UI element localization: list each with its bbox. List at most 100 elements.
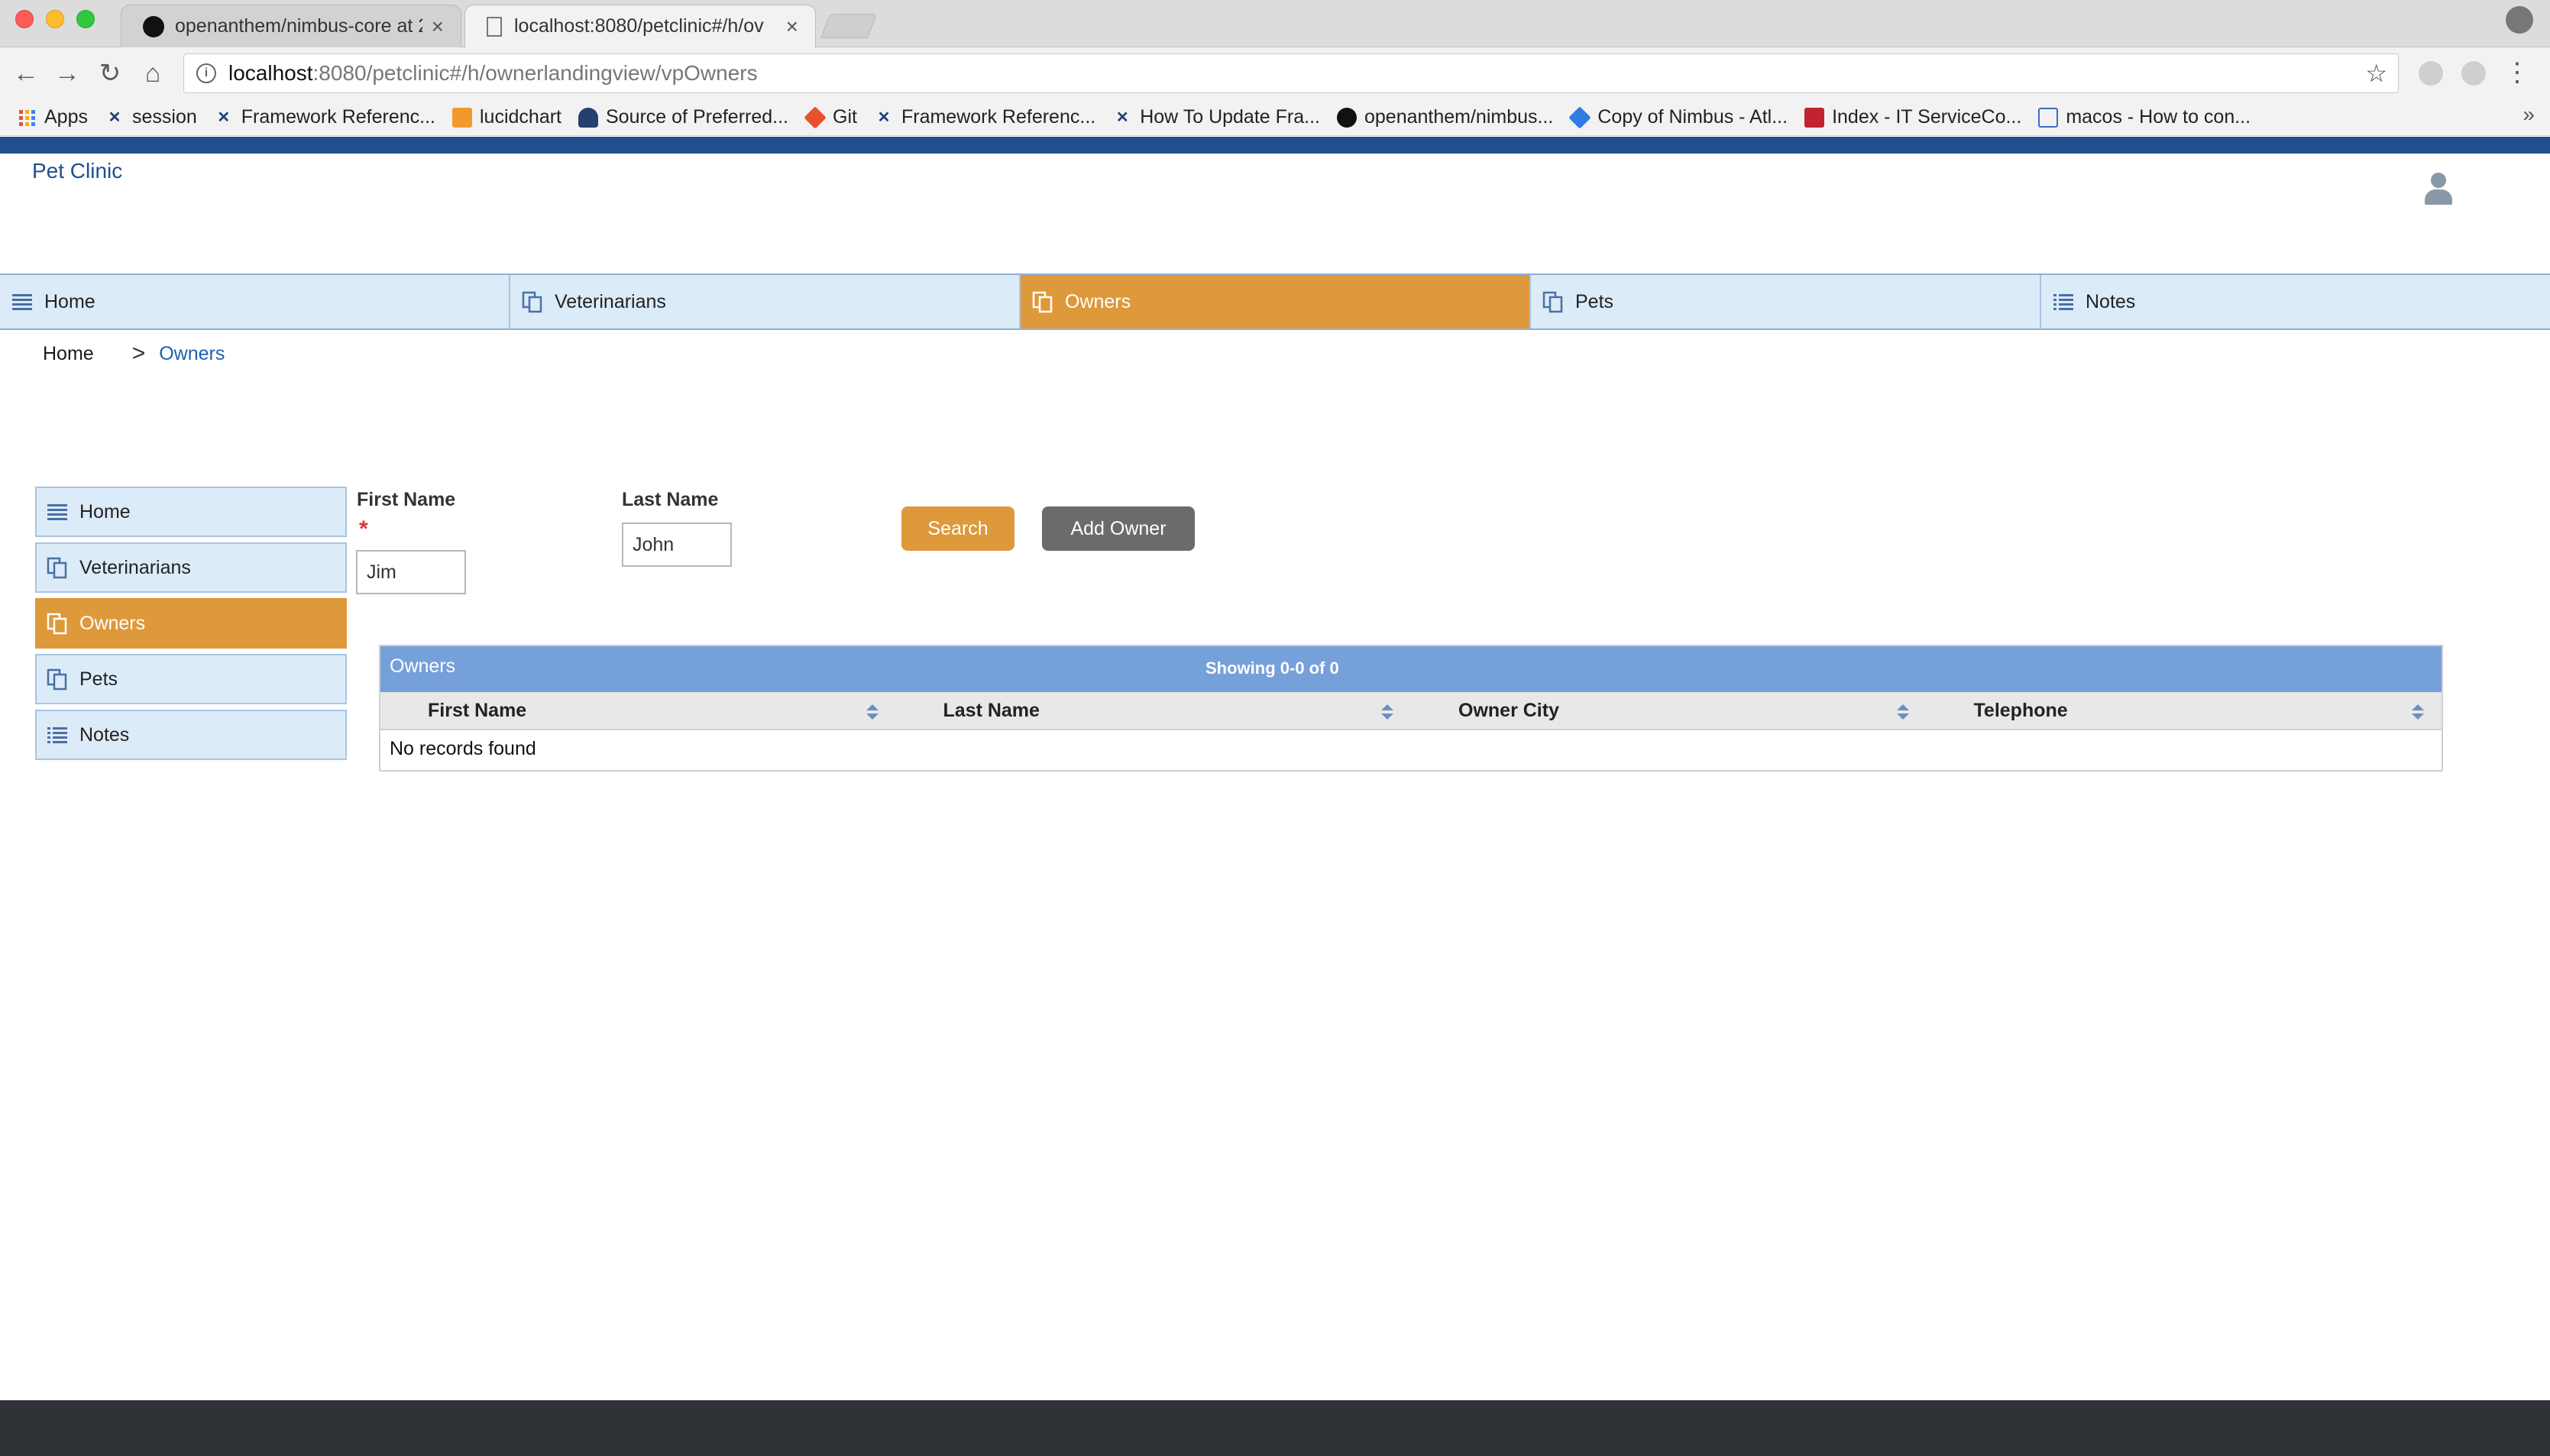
bookmark-item[interactable]: Index - IT ServiceCo... — [1804, 106, 2021, 128]
side-nav: Home Veterinarians Owners Pets Notes — [35, 487, 347, 765]
main-nav: Home Veterinarians Owners Pets Notes — [0, 273, 2550, 330]
grid-title: Owners — [390, 655, 456, 677]
close-tab-icon[interactable]: × — [786, 15, 798, 39]
copy-icon — [46, 668, 69, 691]
main-nav-item-owners[interactable]: Owners — [1021, 275, 1531, 328]
grid-header: Owners Showing 0-0 of 0 — [380, 646, 2442, 692]
reload-icon[interactable]: ↻ — [95, 58, 125, 89]
sort-icon[interactable] — [866, 703, 879, 721]
sort-icon[interactable] — [1380, 703, 1394, 721]
bookmark-label: Framework Referenc... — [241, 106, 435, 128]
framework-x-icon: ✕ — [217, 108, 231, 126]
app-top-bar — [0, 137, 2550, 154]
minimize-window-button[interactable] — [46, 10, 64, 28]
copy-icon — [1031, 290, 1054, 313]
framework-x-icon: ✕ — [877, 108, 891, 126]
browser-menu-icon[interactable]: ⋮ — [2504, 55, 2530, 90]
bookmark-label: Copy of Nimbus - Atl... — [1597, 106, 1788, 128]
bookmark-item[interactable]: lucidchart — [452, 106, 561, 128]
side-nav-item-label: Home — [79, 500, 131, 523]
side-nav-item-veterinarians[interactable]: Veterinarians — [35, 542, 347, 593]
side-nav-item-owners[interactable]: Owners — [35, 598, 347, 649]
bookmark-item[interactable]: ✕ session — [105, 106, 197, 128]
bookmark-star-icon[interactable]: ☆ — [2365, 59, 2387, 88]
info-icon[interactable]: i — [196, 63, 216, 83]
bookmark-item[interactable]: Git — [804, 105, 857, 129]
last-name-input[interactable] — [622, 523, 732, 567]
column-header-last-name[interactable]: Last Name — [896, 692, 1412, 729]
browser-tab-2[interactable]: localhost:8080/petclinic#/h/ov × — [464, 5, 816, 47]
bookmark-item[interactable]: Apps — [17, 106, 88, 128]
bookmark-item[interactable]: macos - How to con... — [2038, 106, 2251, 128]
bookmark-item[interactable]: openanthem/nimbus... — [1336, 106, 1553, 128]
owners-grid: Owners Showing 0-0 of 0 First Name Last N… — [379, 645, 2443, 772]
side-nav-item-label: Notes — [79, 723, 130, 746]
first-name-label: First Name — [357, 489, 456, 510]
side-nav-item-label: Pets — [79, 668, 118, 690]
main-nav-item-home[interactable]: Home — [0, 275, 510, 328]
user-icon[interactable] — [2423, 173, 2454, 206]
copy-icon — [1542, 290, 1565, 313]
side-nav-item-label: Veterinarians — [79, 556, 191, 578]
column-header-label: First Name — [428, 699, 527, 721]
bookmark-item[interactable]: ✕ How To Update Fra... — [1112, 106, 1320, 128]
add-owner-button[interactable]: Add Owner — [1042, 506, 1195, 551]
bookmark-label: Git — [833, 106, 857, 128]
document-icon — [2038, 107, 2059, 128]
main-nav-item-notes[interactable]: Notes — [2041, 275, 2550, 328]
main-nav-item-veterinarians[interactable]: Veterinarians — [510, 275, 1021, 328]
bookmarks-overflow-icon[interactable]: » — [2522, 102, 2535, 127]
brand-title[interactable]: Pet Clinic — [32, 159, 122, 183]
browser-toolbar: ← → ↻ ⌂ i localhost:8080/petclinic#/h/ow… — [0, 47, 2550, 99]
lucidchart-icon — [452, 107, 472, 128]
back-arrow-icon[interactable]: ← — [11, 58, 41, 89]
sort-icon[interactable] — [1896, 703, 1910, 721]
column-header-label: Owner City — [1458, 699, 1559, 721]
list-icon — [11, 290, 34, 313]
sort-icon[interactable] — [2411, 703, 2425, 721]
main-nav-item-pets[interactable]: Pets — [1531, 275, 2041, 328]
close-window-button[interactable] — [15, 10, 34, 28]
github-icon — [1336, 107, 1357, 128]
main-nav-item-label: Home — [44, 290, 95, 312]
first-name-input[interactable] — [356, 550, 466, 594]
home-icon[interactable]: ⌂ — [138, 58, 168, 89]
search-button[interactable]: Search — [901, 506, 1014, 551]
framework-x-icon: ✕ — [1115, 108, 1129, 126]
main-nav-item-label: Veterinarians — [555, 290, 666, 312]
side-nav-item-notes[interactable]: Notes — [35, 710, 347, 760]
side-nav-item-home[interactable]: Home — [35, 487, 347, 537]
bookmark-item[interactable]: Source of Preferred... — [578, 106, 788, 128]
extension-icon[interactable] — [2461, 61, 2486, 86]
new-tab-button[interactable] — [820, 14, 877, 38]
bullet-list-icon — [2052, 290, 2075, 313]
column-header-telephone[interactable]: Telephone — [1927, 692, 2442, 729]
side-nav-item-pets[interactable]: Pets — [35, 654, 347, 704]
bookmark-label: How To Update Fra... — [1140, 106, 1320, 128]
profile-icon[interactable] — [2506, 6, 2533, 34]
forward-arrow-icon[interactable]: → — [52, 58, 83, 89]
address-bar[interactable]: i localhost:8080/petclinic#/h/ownerlandi… — [183, 53, 2399, 93]
source-icon — [578, 107, 598, 128]
bookmark-label: Apps — [44, 106, 88, 128]
breadcrumb-current[interactable]: Owners — [159, 343, 225, 365]
list-icon — [46, 500, 69, 523]
bookmark-label: Framework Referenc... — [901, 106, 1096, 128]
last-name-label: Last Name — [622, 489, 719, 510]
page-footer — [0, 1400, 2550, 1456]
maximize-window-button[interactable] — [76, 10, 95, 28]
bookmark-item[interactable]: Copy of Nimbus - Atl... — [1568, 105, 1788, 129]
bullet-list-icon — [46, 723, 69, 746]
close-tab-icon[interactable]: × — [432, 15, 444, 39]
confluence-icon — [1568, 105, 1592, 129]
bookmark-item[interactable]: ✕ Framework Referenc... — [214, 106, 435, 128]
extension-icon[interactable] — [2419, 61, 2443, 86]
browser-tab-1[interactable]: openanthem/nimbus-core at 2 × — [121, 5, 461, 47]
column-header-owner-city[interactable]: Owner City — [1411, 692, 1927, 729]
side-nav-item-label: Owners — [79, 612, 146, 634]
bookmark-item[interactable]: ✕ Framework Referenc... — [874, 106, 1096, 128]
column-header-first-name[interactable]: First Name — [380, 692, 896, 729]
grid-record-count: Showing 0-0 of 0 — [1205, 658, 1339, 678]
breadcrumb-home[interactable]: Home — [43, 343, 94, 365]
url-text[interactable]: localhost:8080/petclinic#/h/ownerlanding… — [228, 61, 758, 86]
